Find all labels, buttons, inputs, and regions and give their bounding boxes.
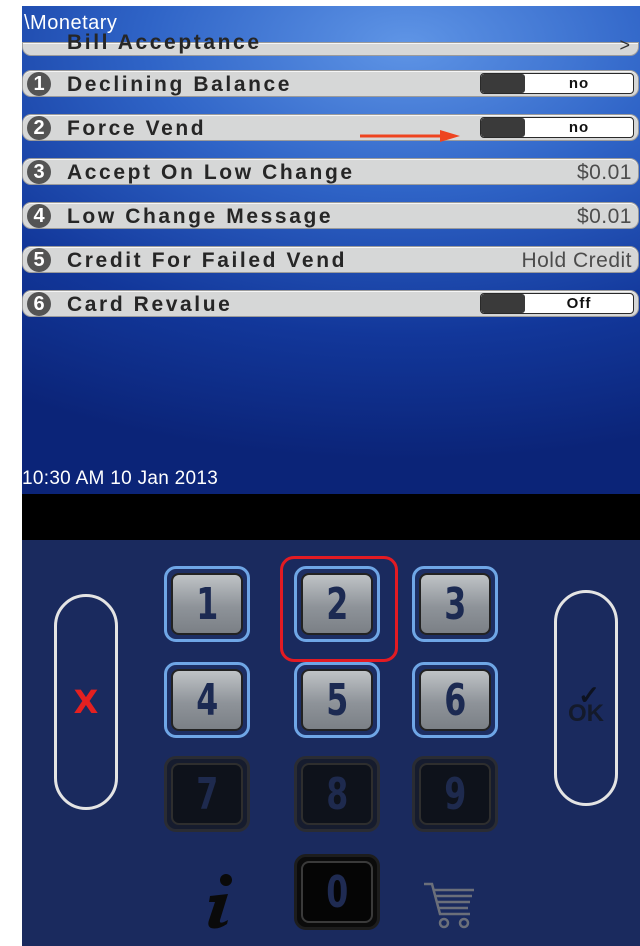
toggle-knob xyxy=(481,294,525,313)
key-face: 6 xyxy=(419,669,491,731)
row-number-badge: 5 xyxy=(27,248,51,272)
display-screen: \Monetary Bill Acceptance > 1 Declining … xyxy=(22,6,640,494)
cancel-button[interactable]: X xyxy=(54,594,118,810)
menu-row-value: $0.01 xyxy=(576,205,632,228)
row-number-badge: 3 xyxy=(27,160,51,184)
menu-row-label: Card Revalue xyxy=(67,293,233,316)
force-vend-toggle[interactable]: no xyxy=(480,117,634,138)
menu-row-accept-on-low-change[interactable]: 3 Accept On Low Change $0.01 xyxy=(22,158,639,185)
toggle-knob xyxy=(481,74,525,93)
declining-balance-toggle[interactable]: no xyxy=(480,73,634,94)
row-number-badge: 2 xyxy=(27,116,51,140)
key-face: 2 xyxy=(301,573,373,635)
bezel-band xyxy=(22,494,640,540)
row-number-badge: 6 xyxy=(27,292,51,316)
menu-row-credit-for-failed-vend[interactable]: 5 Credit For Failed Vend Hold Credit xyxy=(22,246,639,273)
info-icon[interactable] xyxy=(200,872,240,932)
key-digit: 1 xyxy=(195,578,219,630)
keypad-key-1[interactable]: 1 xyxy=(164,566,250,642)
key-face: 7 xyxy=(171,763,243,825)
key-digit: 7 xyxy=(195,768,219,820)
arrow-right-icon xyxy=(360,130,460,142)
key-digit: 9 xyxy=(443,768,467,820)
cancel-x-icon: X xyxy=(73,683,99,721)
key-digit: 0 xyxy=(325,866,349,918)
keypad-key-8[interactable]: 8 xyxy=(294,756,380,832)
chevron-right-icon: > xyxy=(619,35,630,55)
menu-row-declining-balance[interactable]: 1 Declining Balance no xyxy=(22,70,639,97)
menu-row-label: Declining Balance xyxy=(67,73,293,96)
key-digit: 5 xyxy=(325,674,349,726)
menu-row-label: Force Vend xyxy=(67,117,207,140)
key-face: 0 xyxy=(301,861,373,923)
keypad-key-5[interactable]: 5 xyxy=(294,662,380,738)
key-face: 4 xyxy=(171,669,243,731)
menu-row-card-revalue[interactable]: 6 Card Revalue Off xyxy=(22,290,639,317)
key-face: 8 xyxy=(301,763,373,825)
toggle-value: no xyxy=(568,119,590,136)
ok-label-wrap: ✓ OK xyxy=(568,682,604,726)
menu-row-label: Credit For Failed Vend xyxy=(67,249,348,272)
timestamp: 10:30 AM 10 Jan 2013 xyxy=(22,468,219,489)
keypad-key-9[interactable]: 9 xyxy=(412,756,498,832)
keypad-key-0[interactable]: 0 xyxy=(294,854,380,930)
key-digit: 8 xyxy=(325,768,349,820)
keypad-key-2[interactable]: 2 xyxy=(294,566,380,642)
key-face: 3 xyxy=(419,573,491,635)
key-digit: 6 xyxy=(443,674,467,726)
key-digit: 4 xyxy=(195,674,219,726)
key-face: 9 xyxy=(419,763,491,825)
toggle-knob xyxy=(481,118,525,137)
menu-row-bill-acceptance[interactable]: Bill Acceptance > xyxy=(22,31,639,56)
key-face: 1 xyxy=(171,573,243,635)
menu-row-value: Hold Credit xyxy=(521,249,632,272)
shopping-cart-icon[interactable] xyxy=(422,880,478,930)
menu-row-label: Bill Acceptance xyxy=(67,31,262,54)
key-digit: 2 xyxy=(325,578,349,630)
row-number-badge: 1 xyxy=(27,72,51,96)
menu-row-low-change-message[interactable]: 4 Low Change Message $0.01 xyxy=(22,202,639,229)
menu-row-value: $0.01 xyxy=(576,161,632,184)
toggle-value: Off xyxy=(566,295,592,312)
toggle-value: no xyxy=(568,75,590,92)
card-revalue-toggle[interactable]: Off xyxy=(480,293,634,314)
row-number-badge: 4 xyxy=(27,204,51,228)
keypad-key-3[interactable]: 3 xyxy=(412,566,498,642)
vending-controller-device: \Monetary Bill Acceptance > 1 Declining … xyxy=(22,6,640,946)
key-digit: 3 xyxy=(443,578,467,630)
keypad-key-7[interactable]: 7 xyxy=(164,756,250,832)
keypad-key-4[interactable]: 4 xyxy=(164,662,250,738)
menu-row-force-vend[interactable]: 2 Force Vend no xyxy=(22,114,639,141)
keypad-key-6[interactable]: 6 xyxy=(412,662,498,738)
ok-label: OK xyxy=(568,700,604,727)
key-face: 5 xyxy=(301,669,373,731)
menu-row-label: Accept On Low Change xyxy=(67,161,355,184)
ok-button[interactable]: ✓ OK xyxy=(554,590,618,806)
menu-row-label: Low Change Message xyxy=(67,205,334,228)
